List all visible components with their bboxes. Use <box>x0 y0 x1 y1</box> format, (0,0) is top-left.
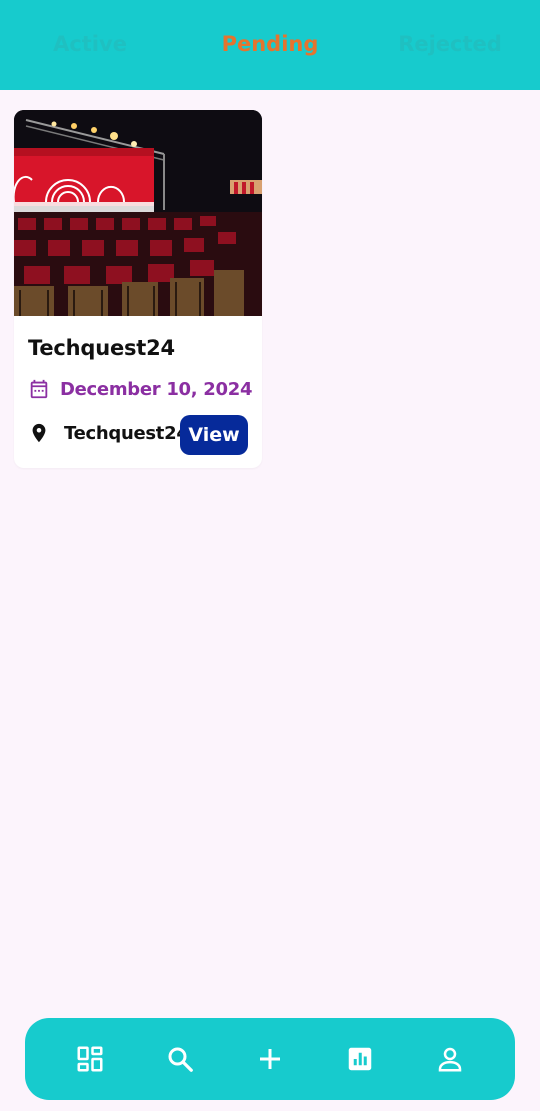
event-image <box>14 110 262 316</box>
nav-search[interactable] <box>156 1035 204 1083</box>
tab-active[interactable]: Active <box>0 32 180 58</box>
dashboard-icon <box>77 1046 103 1072</box>
tab-rejected[interactable]: Rejected <box>360 32 540 58</box>
location-pin-icon <box>32 423 46 443</box>
bottom-nav <box>25 1018 515 1100</box>
event-card[interactable]: Techquest24 December 10, 2024 Techquest2… <box>14 110 262 468</box>
event-location-row: Techquest24 <box>28 418 189 448</box>
status-tab-bar: Active Pending Rejected <box>0 0 540 90</box>
nav-add[interactable] <box>246 1035 294 1083</box>
add-icon <box>260 1049 280 1069</box>
analytics-icon <box>348 1047 372 1071</box>
calendar-icon <box>30 379 48 399</box>
app-screen: Active Pending Rejected Techquest24 Dece… <box>0 0 540 1111</box>
nav-dashboard[interactable] <box>66 1035 114 1083</box>
event-location: Techquest24 <box>64 422 189 444</box>
event-stage-photo <box>14 110 262 316</box>
event-date-row: December 10, 2024 <box>28 376 252 402</box>
event-title: Techquest24 <box>28 336 175 360</box>
view-button[interactable]: View <box>180 415 248 455</box>
search-icon <box>168 1047 193 1072</box>
nav-profile[interactable] <box>426 1035 474 1083</box>
nav-analytics[interactable] <box>336 1035 384 1083</box>
event-date: December 10, 2024 <box>60 378 253 400</box>
tab-pending[interactable]: Pending <box>180 32 360 58</box>
profile-icon <box>438 1047 462 1072</box>
